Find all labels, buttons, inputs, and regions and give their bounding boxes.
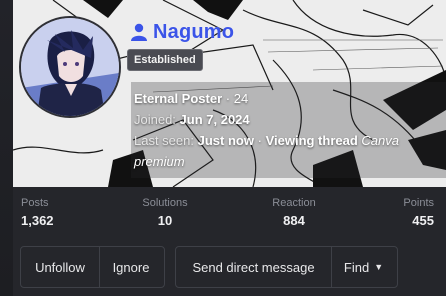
separator: · (225, 91, 231, 106)
username-row: Nagumo (129, 20, 234, 44)
stat-value: 1,362 (21, 213, 54, 228)
last-seen-value: Just now (197, 133, 254, 148)
stat-value: 884 (283, 213, 305, 228)
joined-label: Joined: (134, 112, 176, 127)
member-info: Eternal Poster · 24 Joined: Jun 7, 2024 … (134, 88, 442, 172)
stat-posts[interactable]: Posts 1,362 (21, 197, 54, 228)
follow-ignore-group: Unfollow Ignore (20, 246, 165, 288)
stat-label: Points (403, 197, 434, 209)
user-rank-badge: Established (127, 49, 203, 71)
stat-label: Solutions (142, 197, 188, 209)
caret-down-icon: ▼ (374, 262, 384, 272)
ignore-button[interactable]: Ignore (99, 247, 162, 287)
stat-solutions: Solutions 10 (135, 197, 195, 228)
stat-reaction: Reaction 884 (249, 197, 339, 228)
username-link[interactable]: Nagumo (153, 21, 234, 44)
stat-value: 455 (412, 213, 434, 228)
member-title: Eternal Poster (134, 91, 223, 106)
separator: · (257, 133, 262, 148)
stat-label: Reaction (272, 197, 316, 209)
stat-label: Posts (21, 197, 49, 209)
member-age: 24 (233, 91, 249, 106)
joined-date: Jun 7, 2024 (179, 112, 250, 127)
unfollow-button[interactable]: Unfollow (21, 247, 99, 287)
find-dropdown-button[interactable]: Find ▼ (331, 247, 395, 287)
last-seen-label: Last seen: (134, 133, 194, 148)
activity-prefix: Viewing thread (265, 133, 358, 148)
member-tooltip-card: Nagumo Established Eternal Poster · 24 J… (13, 0, 446, 296)
stat-value: 10 (157, 213, 173, 228)
find-label: Find (343, 259, 370, 275)
avatar-image (21, 18, 119, 116)
message-find-group: Send direct message Find ▼ (175, 246, 398, 288)
member-stats: Posts 1,362 Solutions 10 Reaction 884 Po… (13, 190, 446, 236)
user-icon (131, 23, 147, 41)
send-direct-message-button[interactable]: Send direct message (176, 247, 331, 287)
stat-points[interactable]: Points 455 (403, 197, 434, 228)
avatar[interactable] (19, 16, 121, 118)
